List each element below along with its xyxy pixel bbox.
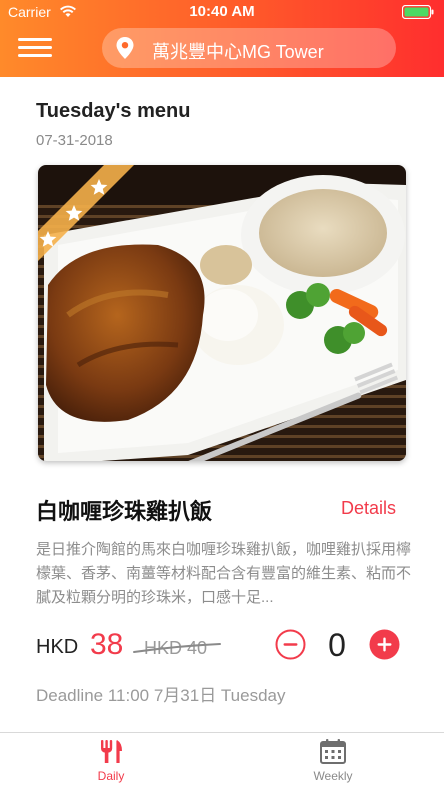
- dish-name: 白咖喱珍珠雞扒飯: [36, 499, 213, 524]
- strikethrough-line: [133, 643, 221, 653]
- tab-daily[interactable]: Daily: [56, 733, 166, 790]
- menu-line: [18, 46, 52, 49]
- status-bar: Carrier 10:40 AM: [0, 0, 444, 24]
- calendar-icon: [320, 739, 346, 764]
- increase-quantity-button[interactable]: [369, 629, 400, 660]
- battery-icon: [402, 5, 434, 19]
- details-link[interactable]: Details: [341, 498, 396, 519]
- order-deadline: Deadline 11:00 7月31日 Tuesday: [36, 686, 286, 705]
- menu-line: [18, 54, 52, 57]
- menu-line: [18, 38, 52, 41]
- dish-photo-illustration: [38, 165, 406, 461]
- tab-weekly[interactable]: Weekly: [278, 733, 388, 790]
- price-currency: HKD: [36, 636, 79, 658]
- menu-date: 07-31-2018: [36, 132, 113, 149]
- status-time: 10:40 AM: [189, 3, 255, 20]
- fork-knife-icon: [101, 740, 122, 763]
- location-label: 萬兆豐中心MG Tower: [152, 42, 324, 62]
- bottom-tab-bar: Daily Weekly: [0, 732, 444, 790]
- location-selector[interactable]: 萬兆豐中心MG Tower: [102, 28, 396, 68]
- tab-daily-label: Daily: [97, 769, 125, 783]
- original-price: HKD 40: [132, 636, 222, 660]
- quantity-value: 0: [328, 627, 346, 663]
- dish-photo[interactable]: [38, 165, 406, 461]
- dish-description: 是日推介陶館的馬來白咖喱珍珠雞扒飯，咖哩雞扒採用檸檬葉、香茅、南薑等材料配合含有…: [36, 541, 412, 606]
- menu-title: Tuesday's menu: [36, 100, 191, 122]
- hamburger-menu-icon[interactable]: [18, 38, 52, 58]
- current-price: 38: [90, 628, 124, 661]
- tab-weekly-label: Weekly: [313, 769, 353, 783]
- top-header: Carrier 10:40 AM 萬兆豐中心MG Tower: [0, 0, 444, 77]
- decrease-quantity-button[interactable]: [275, 629, 306, 660]
- location-pin-icon: [116, 37, 134, 59]
